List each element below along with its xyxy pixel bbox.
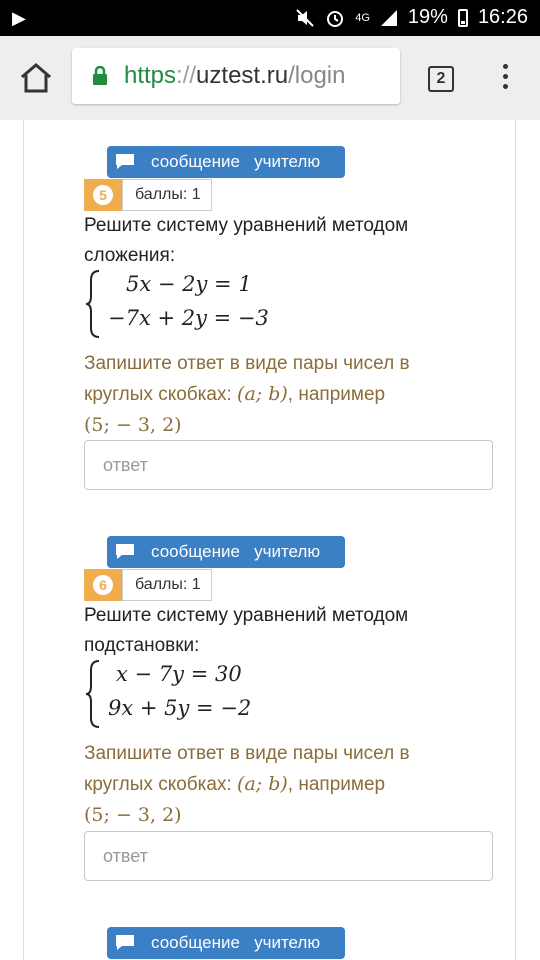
- score-label: баллы: 1: [122, 179, 212, 211]
- mute-icon: [296, 8, 314, 27]
- message-teacher-button[interactable]: сообщение учителю: [107, 146, 345, 178]
- question-number-badge: 5: [84, 179, 122, 211]
- browser-toolbar: https://uztest.ru/login 2: [0, 36, 540, 120]
- comment-icon: [116, 935, 134, 950]
- signal-icon: [380, 9, 397, 26]
- home-icon[interactable]: [18, 62, 54, 94]
- battery-percent: 19%: [407, 6, 448, 28]
- answer-input[interactable]: ответ: [84, 831, 493, 881]
- address-bar[interactable]: https://uztest.ru/login: [72, 48, 400, 104]
- message-teacher-label: сообщение учителю: [151, 542, 321, 561]
- alarm-icon: [327, 10, 344, 27]
- answer-hint: Запишите ответ в виде пары чисел в кругл…: [84, 743, 410, 826]
- comment-icon: [116, 154, 134, 169]
- equation-1: 5x − 2y = 1: [126, 272, 252, 296]
- network-type: 4G: [355, 11, 370, 24]
- lock-icon: [93, 66, 107, 85]
- equation-1: x − 7y = 30: [116, 662, 242, 686]
- clock: 16:26: [477, 6, 528, 28]
- message-teacher-label: сообщение учителю: [151, 933, 321, 952]
- status-bar: ▶ 4G 19% 16:26: [0, 0, 540, 36]
- question-number-badge: 6: [84, 569, 122, 601]
- battery-icon: [457, 8, 468, 27]
- answer-hint: Запишите ответ в виде пары чисел в кругл…: [84, 353, 410, 436]
- tab-switcher-button[interactable]: 2: [428, 66, 454, 92]
- question-text: Решите систему уравнений методом сложени…: [84, 215, 409, 266]
- question-header: 6 баллы: 1: [84, 569, 212, 601]
- equation-system: 5x − 2y = 1 −7x + 2y = −3: [84, 268, 384, 340]
- score-label: баллы: 1: [122, 569, 212, 601]
- answer-input[interactable]: ответ: [84, 440, 493, 490]
- question-text: Решите систему уравнений методом подстан…: [84, 605, 409, 656]
- play-icon: ▶: [12, 8, 26, 28]
- panel-border-left: [23, 120, 24, 960]
- url-text: https://uztest.ru/login: [124, 62, 346, 89]
- overflow-menu-icon[interactable]: [500, 64, 510, 94]
- equation-2: −7x + 2y = −3: [108, 306, 269, 330]
- message-teacher-label: сообщение учителю: [151, 152, 321, 171]
- brace: [85, 660, 100, 728]
- equation-system: x − 7y = 30 9x + 5y = −2: [84, 658, 384, 730]
- brace: [85, 270, 100, 338]
- message-teacher-button[interactable]: сообщение учителю: [107, 536, 345, 568]
- equation-2: 9x + 5y = −2: [108, 696, 252, 720]
- panel-border-right: [515, 120, 516, 960]
- page-content: сообщение учителю 5 баллы: 1 Решите сист…: [0, 120, 540, 960]
- comment-icon: [116, 544, 134, 559]
- message-teacher-button[interactable]: сообщение учителю: [107, 927, 345, 959]
- question-header: 5 баллы: 1: [84, 179, 212, 211]
